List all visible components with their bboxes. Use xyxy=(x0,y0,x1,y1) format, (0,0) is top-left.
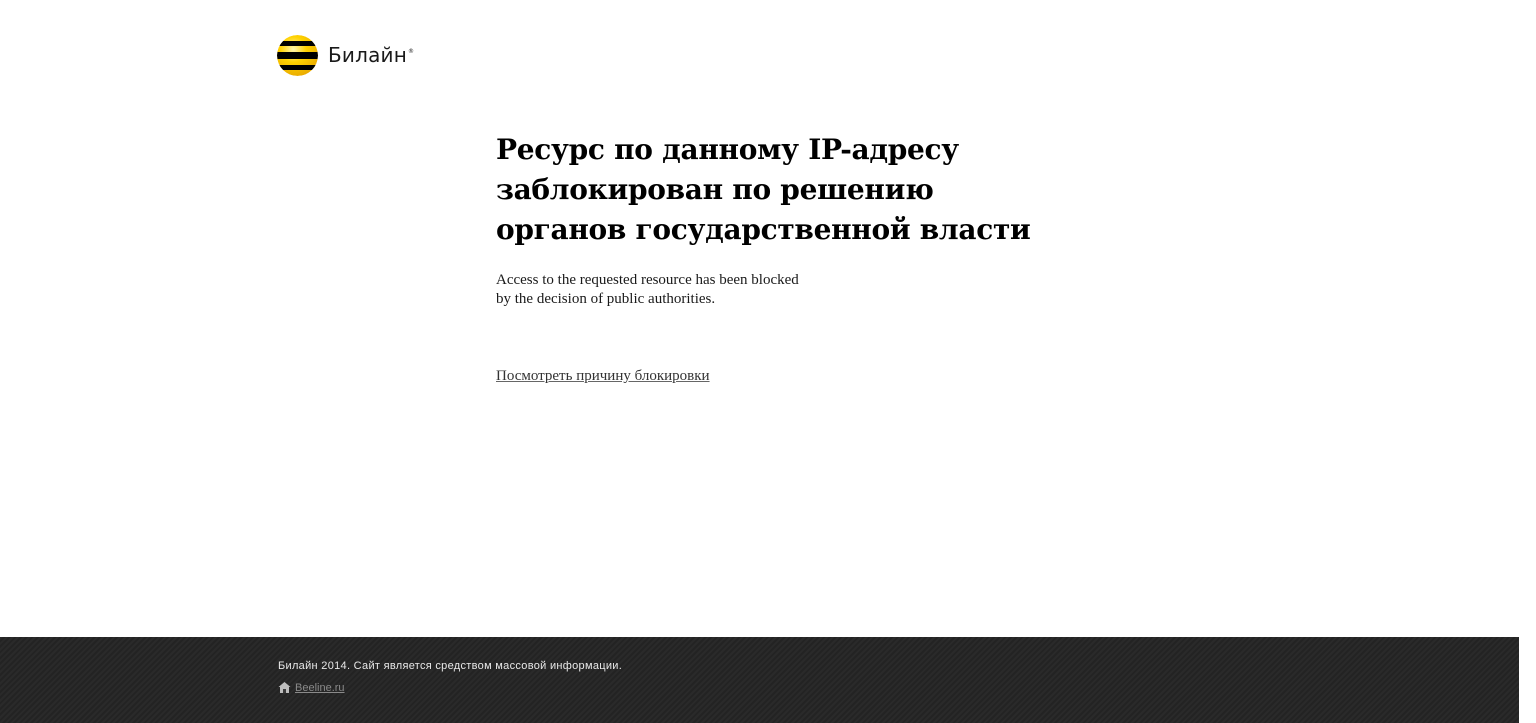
explanation-line: by the decision of public authorities. xyxy=(496,291,716,307)
beeline-logo[interactable]: Билайн ® xyxy=(277,35,414,76)
page-title: Ресурс по данному IP-адресу заблокирован… xyxy=(496,130,1056,250)
beeline-logo-icon xyxy=(277,35,318,76)
footer: Билайн 2014. Сайт является средством мас… xyxy=(0,637,1519,723)
footer-home: Beeline.ru xyxy=(278,681,345,694)
main-area: Билайн ® Ресурс по данному IP-адресу заб… xyxy=(0,0,1519,637)
title-line: заблокирован по решению xyxy=(496,173,934,206)
view-block-reason-link[interactable]: Посмотреть причину блокировки xyxy=(496,368,710,385)
title-line: органов государственной власти xyxy=(496,213,1031,246)
english-explanation: Access to the requested resource has bee… xyxy=(496,271,1056,309)
vertical-scrollbar[interactable] xyxy=(1519,0,1536,723)
page: Билайн ® Ресурс по данному IP-адресу заб… xyxy=(0,0,1536,723)
footer-copyright: Билайн 2014. Сайт является средством мас… xyxy=(278,660,623,672)
beeline-home-link[interactable]: Beeline.ru xyxy=(295,682,345,694)
logo-registered-mark: ® xyxy=(408,48,415,55)
logo-wordmark: Билайн xyxy=(328,42,408,67)
home-icon xyxy=(278,682,291,693)
explanation-line: Access to the requested resource has bee… xyxy=(496,272,799,288)
title-line: Ресурс по данному IP-адресу xyxy=(496,133,959,166)
block-message: Ресурс по данному IP-адресу заблокирован… xyxy=(496,130,1056,385)
